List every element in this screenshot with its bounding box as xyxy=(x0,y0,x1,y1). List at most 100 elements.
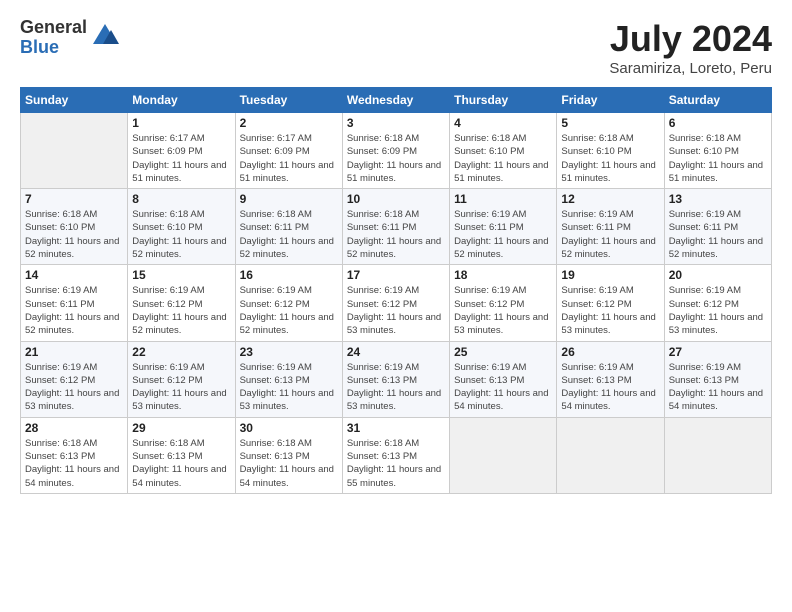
table-row: 16 Sunrise: 6:19 AMSunset: 6:12 PMDayligh… xyxy=(235,265,342,341)
header: General Blue July 2024 Saramiriza, Loret… xyxy=(20,18,772,77)
day-number: 30 xyxy=(240,421,338,435)
day-number: 19 xyxy=(561,268,659,282)
table-row xyxy=(450,417,557,493)
calendar-body: 1 Sunrise: 6:17 AMSunset: 6:09 PMDaylight… xyxy=(21,113,772,494)
table-row: 15 Sunrise: 6:19 AMSunset: 6:12 PMDayligh… xyxy=(128,265,235,341)
day-number: 10 xyxy=(347,192,445,206)
table-row: 3Sunrise: 6:18 AMSunset: 6:09 PMDaylight… xyxy=(342,113,449,189)
day-number: 3 xyxy=(347,116,445,130)
day-number: 21 xyxy=(25,345,123,359)
cell-text: Sunrise: 6:19 AMSunset: 6:12 PMDaylight:… xyxy=(669,284,767,337)
table-row: 14 Sunrise: 6:19 AMSunset: 6:11 PMDayligh… xyxy=(21,265,128,341)
table-row: 21Sunrise: 6:19 AMSunset: 6:12 PMDayligh… xyxy=(21,341,128,417)
cell-text: Sunrise: 6:19 AMSunset: 6:12 PMDaylight:… xyxy=(561,284,659,337)
calendar-table: Sunday Monday Tuesday Wednesday Thursday… xyxy=(20,87,772,494)
col-friday: Friday xyxy=(557,88,664,113)
cell-text: Sunrise: 6:19 AMSunset: 6:12 PMDaylight:… xyxy=(347,284,445,337)
day-number: 27 xyxy=(669,345,767,359)
title-block: July 2024 Saramiriza, Loreto, Peru xyxy=(609,18,772,77)
table-row xyxy=(21,113,128,189)
col-thursday: Thursday xyxy=(450,88,557,113)
cell-text: Sunrise: 6:18 AMSunset: 6:13 PMDaylight:… xyxy=(240,437,338,490)
day-number: 2 xyxy=(240,116,338,130)
table-row: 31 Sunrise: 6:18 AMSunset: 6:13 PMDayligh… xyxy=(342,417,449,493)
table-row: 25 Sunrise: 6:19 AMSunset: 6:13 PMDayligh… xyxy=(450,341,557,417)
logo: General Blue xyxy=(20,18,119,58)
table-row: 9 Sunrise: 6:18 AMSunset: 6:11 PMDaylight… xyxy=(235,189,342,265)
week-row: 14 Sunrise: 6:19 AMSunset: 6:11 PMDayligh… xyxy=(21,265,772,341)
day-number: 31 xyxy=(347,421,445,435)
cell-text: Sunrise: 6:19 AMSunset: 6:11 PMDaylight:… xyxy=(561,208,659,261)
cell-text: Sunrise: 6:17 AMSunset: 6:09 PMDaylight:… xyxy=(132,132,230,185)
table-row xyxy=(557,417,664,493)
col-sunday: Sunday xyxy=(21,88,128,113)
table-row: 11Sunrise: 6:19 AMSunset: 6:11 PMDayligh… xyxy=(450,189,557,265)
week-row: 21Sunrise: 6:19 AMSunset: 6:12 PMDayligh… xyxy=(21,341,772,417)
table-row: 30 Sunrise: 6:18 AMSunset: 6:13 PMDayligh… xyxy=(235,417,342,493)
day-number: 24 xyxy=(347,345,445,359)
table-row: 5Sunrise: 6:18 AMSunset: 6:10 PMDaylight… xyxy=(557,113,664,189)
day-number: 6 xyxy=(669,116,767,130)
table-row: 24Sunrise: 6:19 AMSunset: 6:13 PMDayligh… xyxy=(342,341,449,417)
cell-text: Sunrise: 6:19 AMSunset: 6:11 PMDaylight:… xyxy=(454,208,552,261)
day-number: 16 xyxy=(240,268,338,282)
cell-text: Sunrise: 6:19 AMSunset: 6:13 PMDaylight:… xyxy=(561,361,659,414)
table-row: 26 Sunrise: 6:19 AMSunset: 6:13 PMDayligh… xyxy=(557,341,664,417)
cell-text: Sunrise: 6:19 AMSunset: 6:12 PMDaylight:… xyxy=(240,284,338,337)
cell-text: Sunrise: 6:17 AMSunset: 6:09 PMDaylight:… xyxy=(240,132,338,185)
table-row: 20 Sunrise: 6:19 AMSunset: 6:12 PMDayligh… xyxy=(664,265,771,341)
day-number: 13 xyxy=(669,192,767,206)
day-number: 1 xyxy=(132,116,230,130)
table-row: 12 Sunrise: 6:19 AMSunset: 6:11 PMDayligh… xyxy=(557,189,664,265)
cell-text: Sunrise: 6:19 AMSunset: 6:13 PMDaylight:… xyxy=(669,361,767,414)
table-row: 2 Sunrise: 6:17 AMSunset: 6:09 PMDaylight… xyxy=(235,113,342,189)
table-row: 29 Sunrise: 6:18 AMSunset: 6:13 PMDayligh… xyxy=(128,417,235,493)
week-row: 28 Sunrise: 6:18 AMSunset: 6:13 PMDayligh… xyxy=(21,417,772,493)
cell-text: Sunrise: 6:18 AMSunset: 6:13 PMDaylight:… xyxy=(347,437,445,490)
cell-text: Sunrise: 6:19 AMSunset: 6:12 PMDaylight:… xyxy=(132,284,230,337)
table-row: 27 Sunrise: 6:19 AMSunset: 6:13 PMDayligh… xyxy=(664,341,771,417)
table-row: 22Sunrise: 6:19 AMSunset: 6:12 PMDayligh… xyxy=(128,341,235,417)
page: General Blue July 2024 Saramiriza, Loret… xyxy=(0,0,792,612)
cell-text: Sunrise: 6:19 AMSunset: 6:12 PMDaylight:… xyxy=(454,284,552,337)
logo-icon xyxy=(91,22,119,50)
cell-text: Sunrise: 6:18 AMSunset: 6:11 PMDaylight:… xyxy=(240,208,338,261)
day-number: 20 xyxy=(669,268,767,282)
table-row xyxy=(664,417,771,493)
day-number: 4 xyxy=(454,116,552,130)
table-row: 13Sunrise: 6:19 AMSunset: 6:11 PMDayligh… xyxy=(664,189,771,265)
table-row: 7Sunrise: 6:18 AMSunset: 6:10 PMDaylight… xyxy=(21,189,128,265)
day-number: 29 xyxy=(132,421,230,435)
day-number: 8 xyxy=(132,192,230,206)
cell-text: Sunrise: 6:18 AMSunset: 6:10 PMDaylight:… xyxy=(25,208,123,261)
col-tuesday: Tuesday xyxy=(235,88,342,113)
table-row: 6 Sunrise: 6:18 AMSunset: 6:10 PMDaylight… xyxy=(664,113,771,189)
cell-text: Sunrise: 6:19 AMSunset: 6:13 PMDaylight:… xyxy=(454,361,552,414)
table-row: 18 Sunrise: 6:19 AMSunset: 6:12 PMDayligh… xyxy=(450,265,557,341)
table-row: 10 Sunrise: 6:18 AMSunset: 6:11 PMDayligh… xyxy=(342,189,449,265)
cell-text: Sunrise: 6:19 AMSunset: 6:13 PMDaylight:… xyxy=(240,361,338,414)
cell-text: Sunrise: 6:18 AMSunset: 6:10 PMDaylight:… xyxy=(454,132,552,185)
cell-text: Sunrise: 6:18 AMSunset: 6:10 PMDaylight:… xyxy=(132,208,230,261)
day-number: 25 xyxy=(454,345,552,359)
cell-text: Sunrise: 6:18 AMSunset: 6:11 PMDaylight:… xyxy=(347,208,445,261)
cell-text: Sunrise: 6:18 AMSunset: 6:10 PMDaylight:… xyxy=(561,132,659,185)
day-number: 18 xyxy=(454,268,552,282)
table-row: 1 Sunrise: 6:17 AMSunset: 6:09 PMDaylight… xyxy=(128,113,235,189)
day-number: 12 xyxy=(561,192,659,206)
cell-text: Sunrise: 6:18 AMSunset: 6:13 PMDaylight:… xyxy=(132,437,230,490)
table-row: 4 Sunrise: 6:18 AMSunset: 6:10 PMDaylight… xyxy=(450,113,557,189)
logo-text: General Blue xyxy=(20,18,87,58)
table-row: 23Sunrise: 6:19 AMSunset: 6:13 PMDayligh… xyxy=(235,341,342,417)
cell-text: Sunrise: 6:18 AMSunset: 6:10 PMDaylight:… xyxy=(669,132,767,185)
header-row: Sunday Monday Tuesday Wednesday Thursday… xyxy=(21,88,772,113)
day-number: 26 xyxy=(561,345,659,359)
col-monday: Monday xyxy=(128,88,235,113)
col-saturday: Saturday xyxy=(664,88,771,113)
day-number: 15 xyxy=(132,268,230,282)
logo-blue: Blue xyxy=(20,38,87,58)
day-number: 14 xyxy=(25,268,123,282)
day-number: 28 xyxy=(25,421,123,435)
cell-text: Sunrise: 6:19 AMSunset: 6:11 PMDaylight:… xyxy=(25,284,123,337)
day-number: 9 xyxy=(240,192,338,206)
